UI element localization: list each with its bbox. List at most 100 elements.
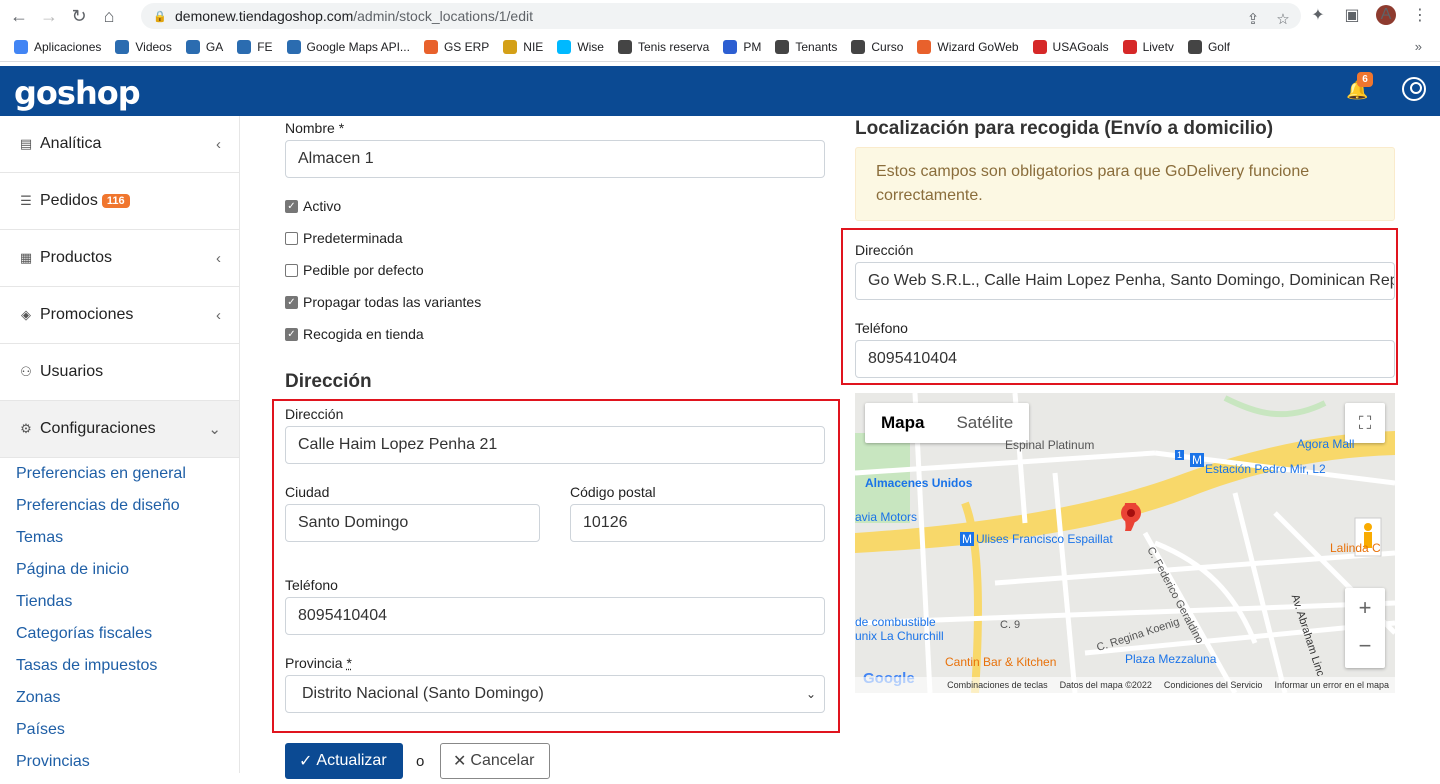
bookmarks-overflow-icon[interactable]: » [1415,39,1422,54]
provincia-select[interactable]: Distrito Nacional (Santo Domingo) ⌄ [285,675,825,713]
home-icon[interactable]: ⌂ [98,5,120,27]
zoom-out-icon[interactable]: − [1359,628,1372,668]
checkbox-activo[interactable]: ✓ Activo [285,198,341,214]
checkbox-predeterminada[interactable]: Predeterminada [285,230,403,246]
bookmark-label: Wise [577,39,604,54]
bookmark-label: USAGoals [1052,39,1109,54]
bookmark-item[interactable]: USAGoals [1032,39,1109,54]
zoom-in-icon[interactable]: + [1359,588,1372,628]
checkbox-propagar[interactable]: ✓ Propagar todas las variantes [285,294,481,310]
user-icon[interactable] [1402,77,1426,101]
bookmark-item[interactable]: GS ERP [423,39,489,54]
extensions-icon[interactable]: ✦ [1308,5,1328,25]
submenu-item[interactable]: Zonas [16,688,239,720]
checkbox-checked[interactable]: ✓ [285,199,298,213]
map-label: Cantin Bar & Kitchen [945,655,1057,669]
bookmark-item[interactable]: Videos [115,39,172,54]
nombre-input[interactable]: Almacen 1 [285,140,825,178]
profile-avatar[interactable]: A [1376,5,1396,25]
or-text: o [416,753,425,770]
bookmark-item[interactable]: Curso [851,39,903,54]
checkbox-unchecked[interactable] [285,263,298,277]
bookmark-item[interactable]: PM [723,39,761,54]
address-bar[interactable]: 🔒 demonew.tiendagoshop.com/admin/stock_l… [141,3,1301,29]
orders-badge: 116 [101,194,130,208]
back-icon[interactable]: ← [8,5,30,27]
submenu-item[interactable]: Tasas de impuestos [16,656,239,688]
bookmark-label: Tenants [795,39,838,54]
submenu-item[interactable]: Países [16,720,239,752]
bookmark-item[interactable]: FE [237,39,273,54]
bookmark-item[interactable]: Golf [1187,39,1230,54]
submenu-item[interactable]: Página de inicio [16,560,239,592]
submenu-item[interactable]: Provincias [16,752,239,784]
bookmark-item[interactable]: Wise [557,39,604,54]
map[interactable]: Mapa Satélite ⛶ + − Espinal Platinum Ago… [855,393,1395,693]
direccion-input[interactable]: Calle Haim Lopez Penha 21 [285,426,825,464]
sidebar-item-productos[interactable]: ▦ Productos ‹ [0,230,239,287]
provincia-selected-value: Distrito Nacional (Santo Domingo) [302,685,544,702]
submenu-item[interactable]: Preferencias de diseño [16,496,239,528]
bookmark-item[interactable]: Livetv [1122,39,1174,54]
submenu-item[interactable]: Temas [16,528,239,560]
chevron-left-icon: ‹ [216,135,221,153]
checkbox-label: Pedible por defecto [303,262,424,278]
bookmark-label: NIE [523,39,544,54]
pickup-direccion-input[interactable]: Go Web S.R.L., Calle Haim Lopez Penha, S… [855,262,1395,300]
checkbox-checked[interactable]: ✓ [285,327,298,341]
map-footer-report[interactable]: Informar un error en el mapa [1274,680,1389,690]
bookmark-item[interactable]: Google Maps API... [286,39,410,54]
bookmark-label: Videos [135,39,172,54]
checkbox-recogida[interactable]: ✓ Recogida en tienda [285,326,424,342]
checkbox-pedible[interactable]: Pedible por defecto [285,262,424,278]
bookmark-favicon-icon [775,39,790,54]
bookmark-item[interactable]: Tenants [775,39,838,54]
tab-satelite[interactable]: Satélite [940,403,1029,443]
checkbox-unchecked[interactable] [285,231,298,245]
nombre-label-text: Nombre [285,120,335,136]
telefono-input[interactable]: 8095410404 [285,597,825,635]
sidebar-item-label: Promociones [40,306,134,323]
bookmark-item[interactable]: Aplicaciones [14,39,101,54]
tab-mapa[interactable]: Mapa [865,403,940,443]
checkbox-checked[interactable]: ✓ [285,295,298,309]
cancel-button-label: Cancelar [470,752,535,769]
sidepanel-icon[interactable]: ▣ [1342,5,1362,25]
submenu-item[interactable]: Tiendas [16,592,239,624]
map-footer-shortcuts[interactable]: Combinaciones de teclas [947,680,1048,690]
map-label: Plaza Mezzaluna [1125,652,1217,666]
bookmark-item[interactable]: NIE [503,39,544,54]
goshop-logo[interactable]: goshop [14,74,141,112]
menu-icon[interactable]: ⋮ [1410,5,1430,25]
chevron-left-icon: ‹ [216,306,221,324]
ciudad-input[interactable]: Santo Domingo [285,504,540,542]
list-icon: ☰ [20,193,32,208]
update-button[interactable]: ✓ Actualizar [285,743,403,779]
bookmark-item[interactable]: Wizard GoWeb [917,39,1019,54]
pickup-telefono-input[interactable]: 8095410404 [855,340,1395,378]
map-footer-terms[interactable]: Condiciones del Servicio [1164,680,1263,690]
submenu-item[interactable]: Categorías fiscales [16,624,239,656]
sidebar-item-configuraciones[interactable]: ⚙ Configuraciones ⌄ [0,401,239,458]
submenu-item[interactable]: Preferencias en general [16,464,239,496]
reload-icon[interactable]: ↻ [68,5,90,27]
bookmark-favicon-icon [723,39,738,54]
map-label: Espinal Platinum [1005,438,1095,452]
sidebar-item-analitica[interactable]: ▤ Analítica ‹ [0,116,239,173]
share-icon[interactable]: ⇪ [1243,9,1263,29]
sidebar-item-usuarios[interactable]: ⚇ Usuarios [0,344,239,401]
map-label-text: Ulises Francisco Espaillat [976,532,1113,546]
bookmark-item[interactable]: Tenis reserva [617,39,709,54]
grid-icon: ▦ [19,250,33,265]
bookmark-favicon-icon [851,39,866,54]
bookmark-label: Golf [1207,39,1230,54]
sidebar-item-pedidos[interactable]: ☰ Pedidos 116 [0,173,239,230]
cancel-button[interactable]: ✕ Cancelar [440,743,550,779]
bookmark-item[interactable]: GA [185,39,223,54]
star-icon[interactable]: ☆ [1273,9,1293,29]
sidebar-item-promociones[interactable]: ◈ Promociones ‹ [0,287,239,344]
pickup-direccion-label: Dirección [855,242,914,258]
codigo-postal-input[interactable]: 10126 [570,504,825,542]
chevron-down-icon: ⌄ [208,421,221,438]
forward-icon[interactable]: → [38,5,60,27]
